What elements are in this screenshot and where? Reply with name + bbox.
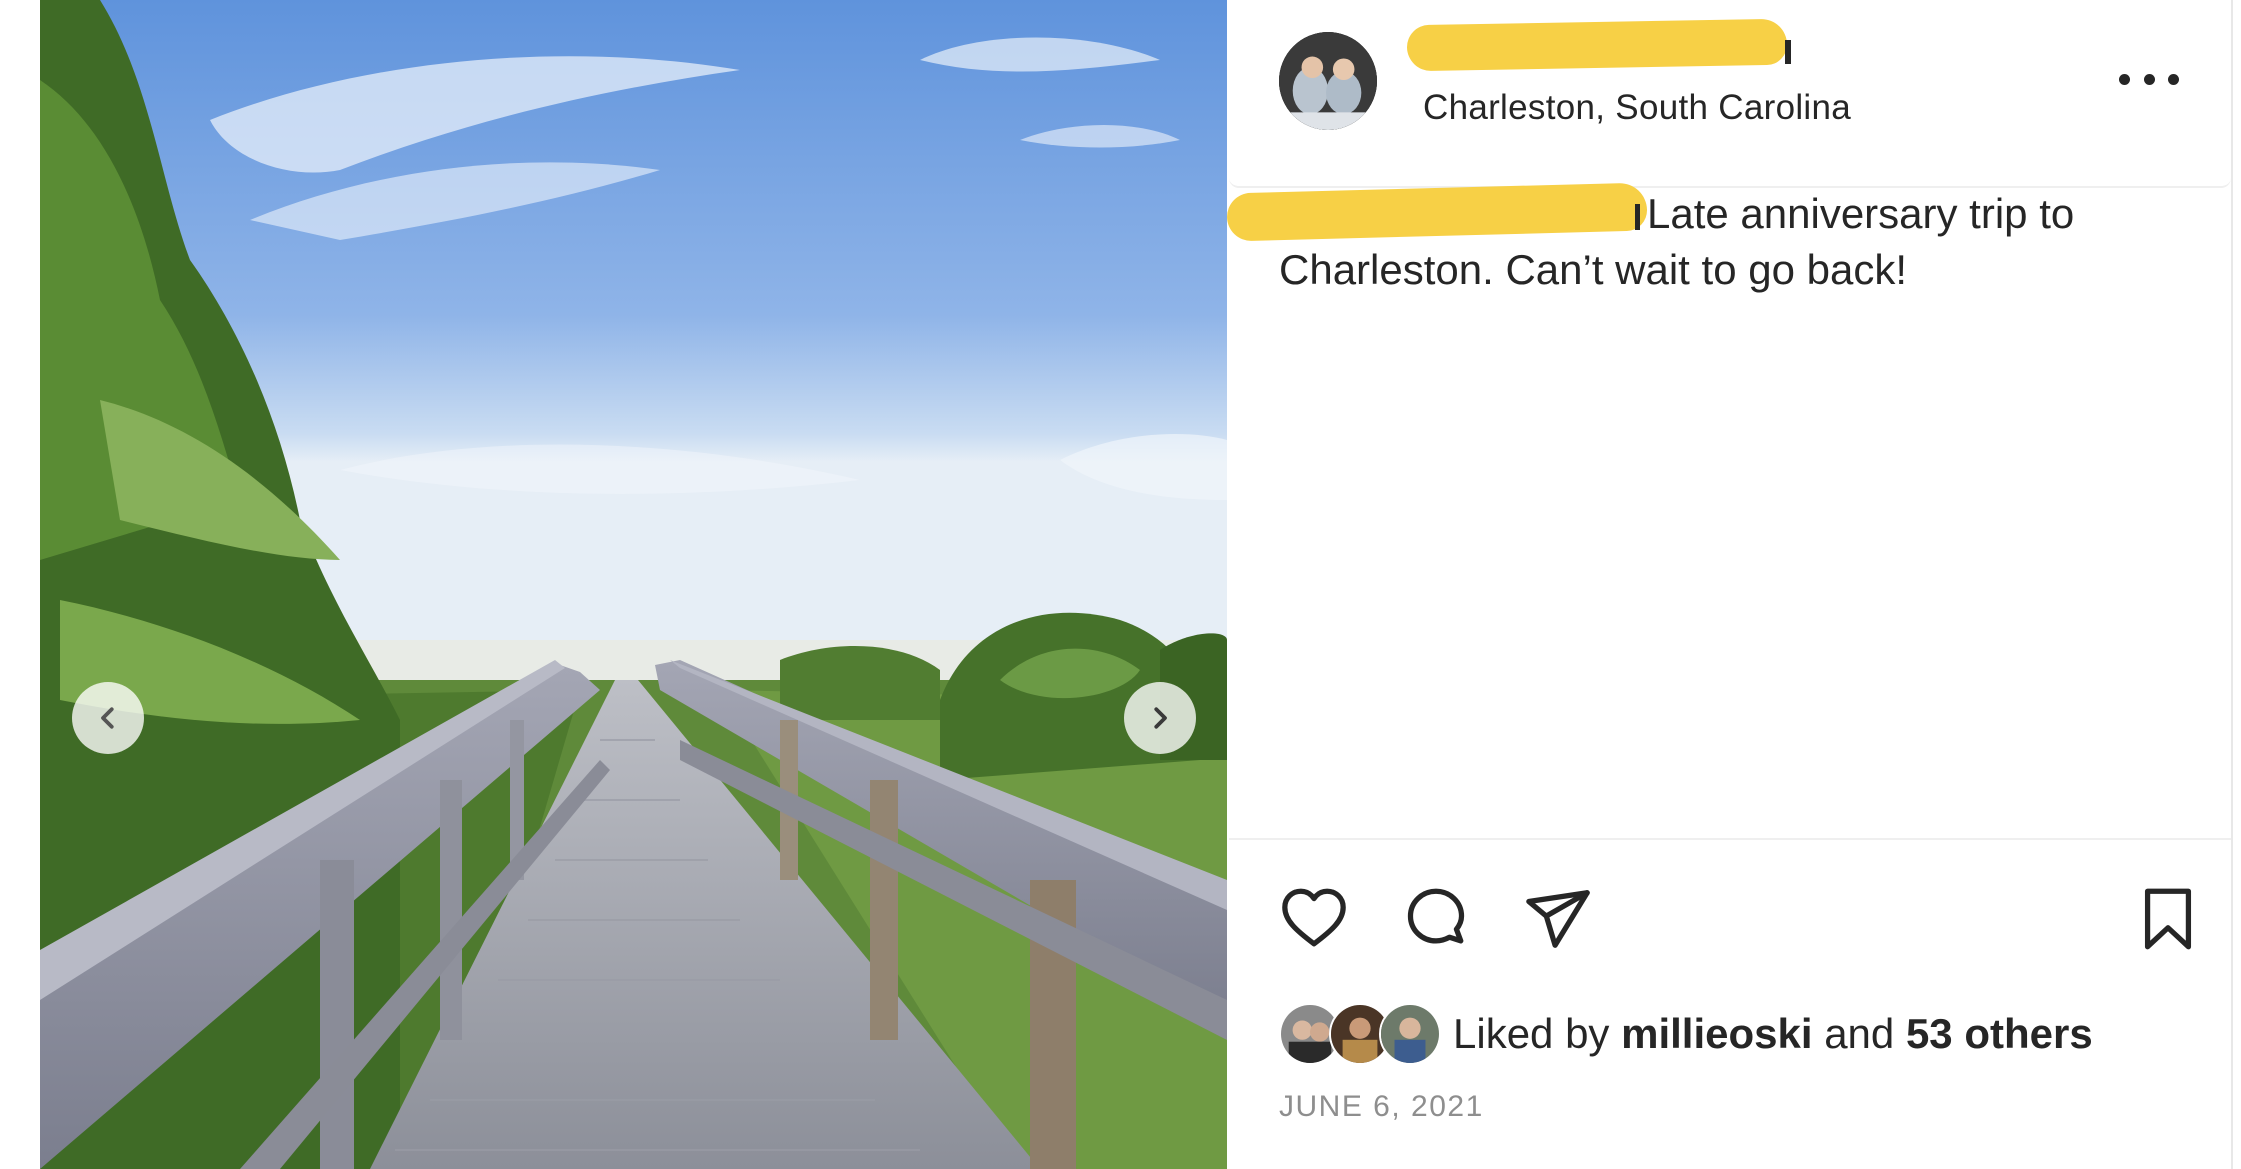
post-location[interactable]: Charleston, South Carolina	[1423, 88, 1851, 128]
liked-by-username-link[interactable]: millieoski	[1621, 1010, 1812, 1057]
like-button[interactable]	[1279, 884, 1349, 954]
post-header: Charleston, South Carolina	[1229, 0, 2231, 188]
next-photo-button[interactable]	[1124, 682, 1196, 754]
post-actions-bar	[1279, 884, 2203, 954]
likes-text: Liked by millieoski and 53 others	[1453, 1010, 2093, 1058]
likes-summary: Liked by millieoski and 53 others	[1279, 1003, 2093, 1065]
more-horizontal-icon	[2119, 73, 2130, 85]
share-button[interactable]	[1523, 884, 1593, 954]
avatar-image	[1279, 32, 1377, 130]
save-button[interactable]	[2133, 884, 2203, 954]
boardwalk-photo	[40, 0, 1227, 1169]
send-icon	[1526, 890, 1590, 948]
heart-icon	[1282, 888, 1346, 947]
instagram-post: Charleston, South Carolina Late annivers…	[0, 0, 2241, 1169]
more-options-button[interactable]	[2119, 62, 2179, 96]
liker-avatars[interactable]	[1279, 1003, 1441, 1065]
liker-avatar	[1379, 1003, 1441, 1065]
username-redaction-remnant	[1785, 40, 1791, 64]
post-photo[interactable]	[40, 0, 1227, 1169]
more-horizontal-icon	[2168, 73, 2179, 85]
redacted-username	[1406, 18, 1788, 72]
chevron-left-icon	[101, 707, 114, 729]
more-horizontal-icon	[2143, 73, 2155, 85]
liker-avatar-image	[1381, 1005, 1439, 1063]
bookmark-icon	[2144, 888, 2192, 950]
liked-by-others-link[interactable]: 53 others	[1906, 1010, 2093, 1057]
post-details-panel: Charleston, South Carolina Late annivers…	[1226, 0, 2233, 1169]
post-date[interactable]: JUNE 6, 2021	[1279, 1090, 1484, 1124]
actions-divider	[1229, 838, 2231, 840]
chevron-right-icon	[1154, 707, 1167, 729]
panel-border	[2231, 0, 2233, 1169]
liked-by-and: and	[1824, 1010, 1895, 1057]
liked-by-prefix: Liked by	[1453, 1010, 1610, 1057]
previous-photo-button[interactable]	[72, 682, 144, 754]
comment-button[interactable]	[1401, 884, 1471, 954]
comment-icon	[1407, 888, 1465, 944]
post-caption: Late anniversary trip to Charleston. Can…	[1279, 190, 2075, 293]
author-avatar[interactable]	[1279, 32, 1377, 130]
